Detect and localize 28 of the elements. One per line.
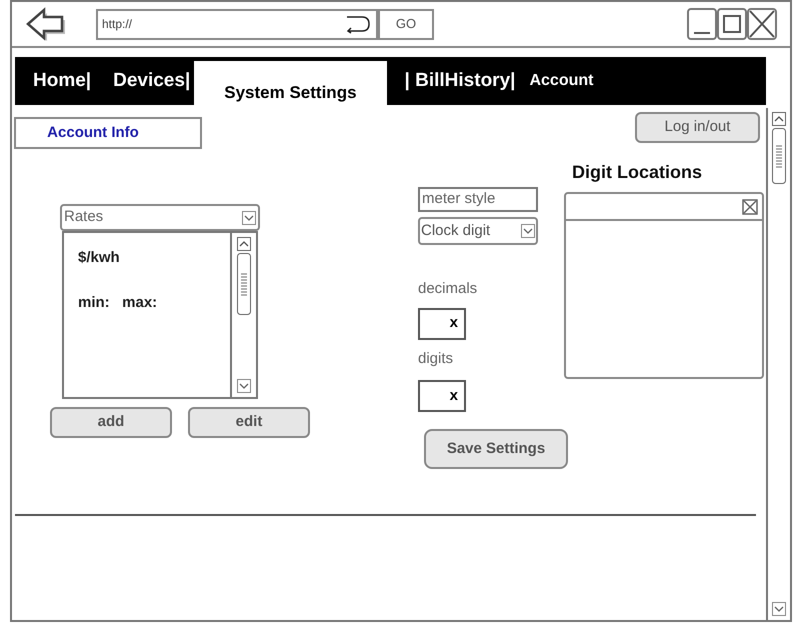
clock-digit-dropdown[interactable]: Clock digit <box>418 217 538 245</box>
scroll-up-icon[interactable] <box>772 112 786 126</box>
meter-style-field[interactable]: meter style <box>418 187 538 212</box>
rate-item[interactable]: min: max: <box>78 292 230 314</box>
rates-dropdown[interactable]: Rates <box>60 204 260 231</box>
digits-label: digits <box>418 348 454 368</box>
nav-tab[interactable]: Devices| <box>95 57 194 105</box>
rate-button[interactable]: edit <box>188 407 310 438</box>
window-controls-icon[interactable] <box>686 7 778 41</box>
digit-locations-title: Digit Locations <box>572 161 703 184</box>
url-field[interactable]: http:// <box>96 8 378 40</box>
digits-field[interactable]: x <box>418 380 466 412</box>
nav-tab[interactable]: | BillHistory| <box>386 57 520 105</box>
rate-item[interactable]: $/kwh <box>78 247 230 270</box>
decimals-label: decimals <box>418 279 478 299</box>
scroll-up-icon[interactable] <box>237 237 251 251</box>
login-button[interactable]: Log in/out <box>635 112 760 143</box>
nav-tab[interactable]: Home| <box>15 57 96 105</box>
go-button[interactable]: GO <box>378 8 434 40</box>
back-arrow-icon[interactable] <box>24 6 68 42</box>
decimals-field[interactable]: x <box>418 308 466 340</box>
save-settings-button[interactable]: Save Settings <box>424 429 568 469</box>
close-icon[interactable] <box>742 198 758 214</box>
scroll-thumb[interactable] <box>237 253 251 315</box>
account-info-box[interactable]: Account Info <box>14 117 202 149</box>
nav-tab[interactable]: Account <box>519 57 604 105</box>
rate-button[interactable]: add <box>50 407 172 438</box>
scroll-thumb[interactable] <box>772 128 786 184</box>
